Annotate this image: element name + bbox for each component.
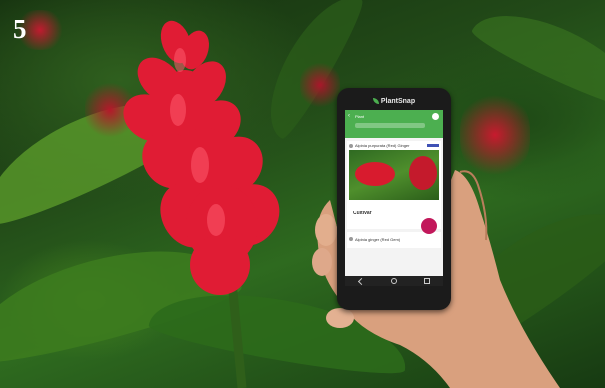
phone-screen: ‹ Plant Alpinia purpurata (Red) Ginger C…	[345, 110, 443, 286]
add-photo-button[interactable]	[421, 218, 437, 234]
page-number: 5	[13, 14, 27, 44]
search-label: Plant	[355, 114, 365, 119]
back-nav-icon[interactable]	[357, 277, 365, 285]
second-result-card[interactable]: Alpinia ginger (Red Gem)	[347, 232, 441, 248]
leaf-icon	[372, 98, 379, 104]
garden-photo	[0, 0, 605, 388]
recent-apps-icon[interactable]	[423, 278, 430, 284]
result-1-name: Alpinia purpurata (Red) Ginger	[355, 143, 410, 148]
search-bar[interactable]	[355, 123, 425, 128]
app-header: ‹ Plant	[345, 110, 443, 138]
smartphone: PlantSnap ‹ Plant Alpinia purpurata (Red…	[337, 88, 451, 310]
hand	[312, 170, 560, 388]
back-icon[interactable]: ‹	[348, 113, 350, 119]
photo-caption: Cultivar	[353, 211, 372, 216]
rating-stars	[427, 144, 439, 147]
result-avatar	[349, 237, 353, 241]
result-avatar	[349, 144, 353, 148]
flower-thumbnail[interactable]	[349, 150, 439, 200]
camera-icon[interactable]	[432, 113, 439, 120]
app-title-bar: PlantSnap	[345, 94, 443, 108]
app-name: PlantSnap	[380, 97, 416, 105]
result-2-name: Alpinia ginger (Red Gem)	[355, 237, 401, 242]
home-nav-icon[interactable]	[390, 278, 397, 284]
navigation-bar	[345, 276, 443, 286]
result-card[interactable]: Alpinia purpurata (Red) Ginger Cultivar	[347, 141, 441, 229]
